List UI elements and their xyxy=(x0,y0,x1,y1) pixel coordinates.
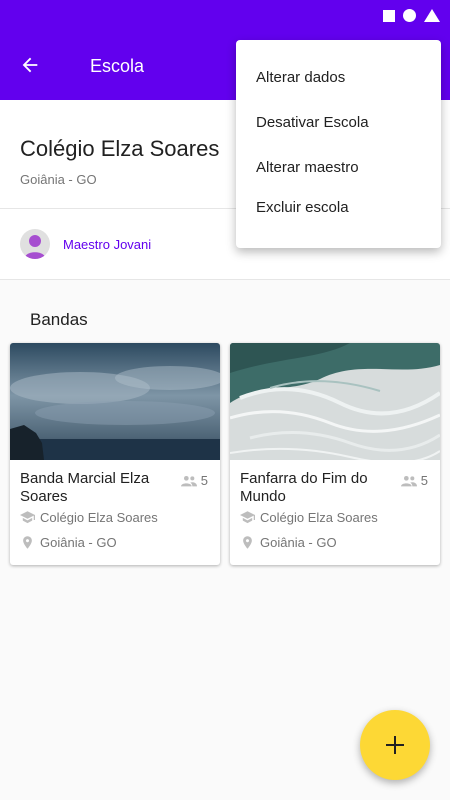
menu-item-alterar-maestro[interactable]: Alterar maestro xyxy=(256,159,359,176)
band-city: Goiânia - GO xyxy=(20,535,117,550)
member-count: 5 xyxy=(180,473,208,488)
maestro-name[interactable]: Maestro Jovani xyxy=(63,237,151,252)
overflow-menu: Alterar dados Desativar Escola Alterar m… xyxy=(236,40,441,248)
divider xyxy=(0,279,450,280)
band-school-name: Colégio Elza Soares xyxy=(40,510,158,525)
triangle-icon xyxy=(424,9,440,22)
band-school: Colégio Elza Soares xyxy=(240,510,378,525)
location-pin-icon xyxy=(23,536,32,549)
member-count: 5 xyxy=(400,473,428,488)
member-count-value: 5 xyxy=(420,473,428,488)
add-band-button[interactable] xyxy=(360,710,430,780)
band-city-name: Goiânia - GO xyxy=(260,535,337,550)
band-card[interactable]: Banda Marcial Elza Soares 5 Colégio Elza… xyxy=(10,343,220,565)
band-school: Colégio Elza Soares xyxy=(20,510,158,525)
band-image xyxy=(230,343,440,460)
back-button[interactable] xyxy=(10,47,50,83)
school-icon xyxy=(240,511,255,524)
school-location: Goiânia - GO xyxy=(20,172,97,187)
band-city-name: Goiânia - GO xyxy=(40,535,117,550)
people-icon xyxy=(400,475,417,486)
band-image xyxy=(10,343,220,460)
page-title: Escola xyxy=(90,56,145,76)
arrow-back-icon xyxy=(22,57,38,73)
school-icon xyxy=(20,511,35,524)
location-pin-icon xyxy=(243,536,252,549)
band-name: Fanfarra do Fim do Mundo xyxy=(240,470,368,505)
circle-icon xyxy=(403,9,416,22)
status-icons xyxy=(383,9,440,22)
band-school-name: Colégio Elza Soares xyxy=(260,510,378,525)
menu-item-desativar-escola[interactable]: Desativar Escola xyxy=(256,114,369,131)
band-card[interactable]: Fanfarra do Fim do Mundo 5 Colégio Elza … xyxy=(230,343,440,565)
avatar xyxy=(20,229,50,259)
menu-item-alterar-dados[interactable]: Alterar dados xyxy=(256,69,345,86)
school-name: Colégio Elza Soares xyxy=(20,136,220,161)
square-icon xyxy=(383,9,395,22)
plus-icon xyxy=(386,736,404,754)
band-city: Goiânia - GO xyxy=(240,535,337,550)
person-icon xyxy=(24,235,46,259)
people-icon xyxy=(180,475,197,486)
member-count-value: 5 xyxy=(200,473,208,488)
section-title: Bandas xyxy=(30,310,88,329)
status-bar xyxy=(0,0,450,30)
menu-item-excluir-escola[interactable]: Excluir escola xyxy=(256,199,349,216)
band-name: Banda Marcial Elza Soares xyxy=(20,470,150,505)
